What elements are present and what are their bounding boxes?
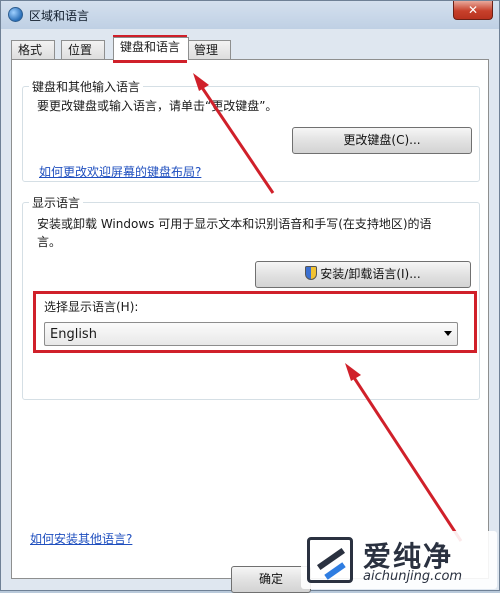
watermark-domain: aichunjing.com (363, 569, 463, 584)
watermark: 爱纯净 aichunjing.com (301, 531, 497, 589)
arrow-to-tab (193, 73, 275, 194)
region-language-dialog: 区域和语言 ✕ 格式 位置 键盘和语言 管理 键盘和其他输入语言 要更改键盘或输… (0, 0, 500, 593)
arrow-to-select (345, 363, 463, 542)
watermark-logo-icon (307, 537, 353, 583)
annotation-arrows (193, 73, 463, 542)
tab-keyboards-languages[interactable]: 键盘和语言 (113, 37, 189, 60)
